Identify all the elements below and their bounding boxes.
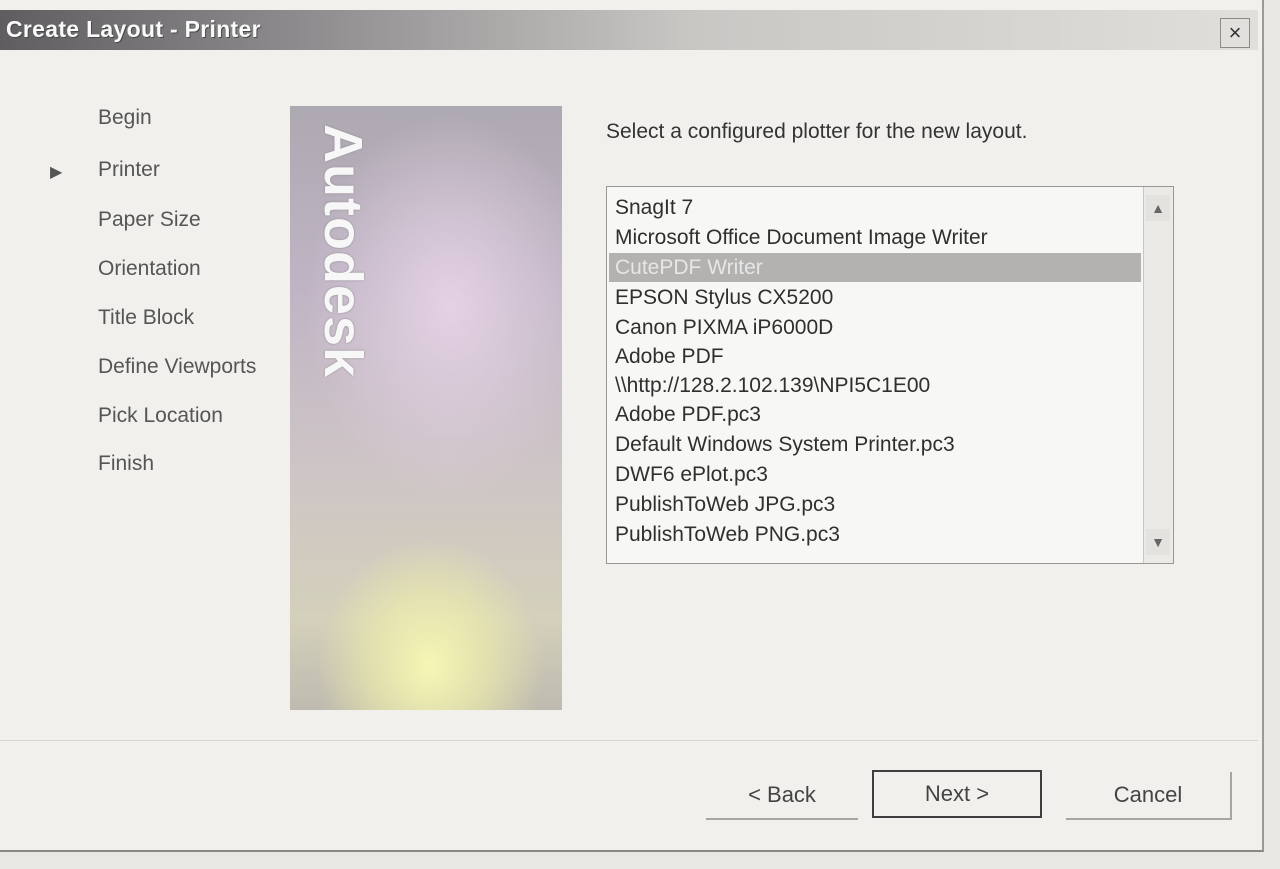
- plotter-item[interactable]: \\http://128.2.102.139\NPI5C1E00: [615, 371, 930, 400]
- back-button[interactable]: < Back: [706, 772, 858, 820]
- step-begin: Begin: [98, 106, 152, 129]
- plotter-item[interactable]: Microsoft Office Document Image Writer: [615, 223, 988, 252]
- next-button[interactable]: Next >: [872, 770, 1042, 818]
- plotter-item[interactable]: Adobe PDF: [615, 342, 724, 371]
- plotter-item[interactable]: PublishToWeb PNG.pc3: [615, 520, 840, 549]
- plotter-item[interactable]: Adobe PDF.pc3: [615, 400, 761, 429]
- scroll-up-icon: ▲: [1151, 200, 1165, 216]
- plotter-list-scrollbar[interactable]: ▲ ▼: [1143, 187, 1173, 563]
- scroll-down-button[interactable]: ▼: [1146, 529, 1170, 555]
- autodesk-logo: Autodesk: [313, 124, 373, 379]
- step-pick-location: Pick Location: [98, 404, 223, 427]
- plotter-item[interactable]: PublishToWeb JPG.pc3: [615, 490, 835, 519]
- title-bar[interactable]: Create Layout - Printer ×: [0, 10, 1258, 50]
- dialog-separator: [0, 740, 1258, 741]
- close-button[interactable]: ×: [1220, 18, 1250, 48]
- plotter-item[interactable]: DWF6 ePlot.pc3: [615, 460, 768, 489]
- step-orientation: Orientation: [98, 257, 201, 280]
- step-paper-size: Paper Size: [98, 208, 201, 231]
- step-title-block: Title Block: [98, 306, 195, 329]
- plotter-item-selected[interactable]: CutePDF Writer: [609, 253, 1141, 282]
- step-finish: Finish: [98, 452, 155, 475]
- plotter-prompt: Select a configured plotter for the new …: [606, 120, 1028, 143]
- plotter-item[interactable]: EPSON Stylus CX5200: [615, 283, 833, 312]
- autodesk-banner: Autodesk: [290, 106, 562, 710]
- plotter-listbox[interactable]: SnagIt 7 Microsoft Office Document Image…: [606, 186, 1174, 564]
- plotter-item[interactable]: Default Windows System Printer.pc3: [615, 430, 955, 459]
- plotter-item[interactable]: Canon PIXMA iP6000D: [615, 313, 833, 342]
- create-layout-dialog: Create Layout - Printer × ▶ Begin Printe…: [0, 0, 1264, 852]
- plotter-item[interactable]: SnagIt 7: [615, 193, 693, 222]
- cancel-button[interactable]: Cancel: [1066, 772, 1232, 820]
- step-printer: Printer: [98, 158, 160, 181]
- current-step-arrow-icon: ▶: [50, 164, 63, 181]
- step-define-viewports: Define Viewports: [98, 355, 257, 378]
- close-icon: ×: [1228, 20, 1242, 45]
- scroll-down-icon: ▼: [1151, 534, 1165, 550]
- scroll-up-button[interactable]: ▲: [1146, 195, 1170, 221]
- window-title: Create Layout - Printer: [6, 16, 261, 42]
